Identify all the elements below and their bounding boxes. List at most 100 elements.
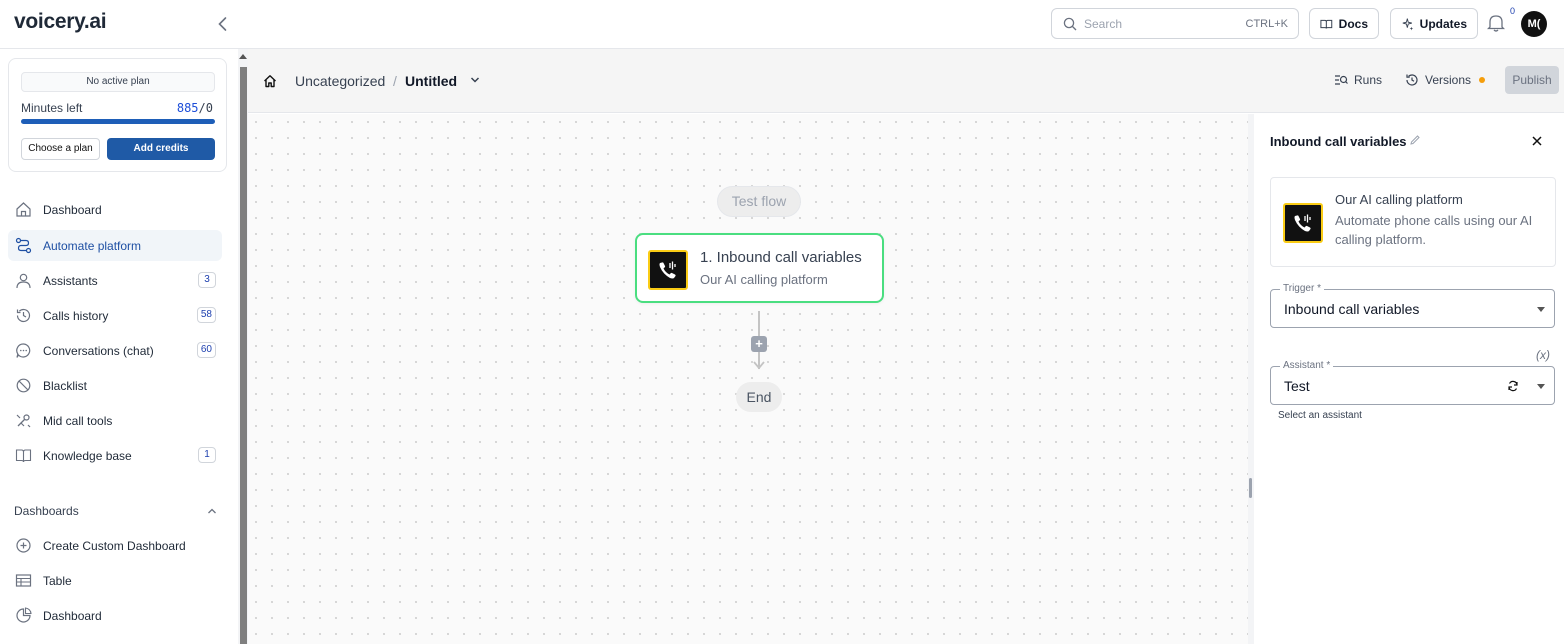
sidebar-item-table[interactable]: Table	[8, 565, 222, 596]
panel-title[interactable]: Inbound call variables	[1270, 134, 1407, 149]
minutes-progress-fill	[21, 119, 215, 124]
chevron-up-icon	[208, 508, 216, 514]
arrow-down-icon	[753, 361, 765, 370]
resize-grip[interactable]	[1249, 478, 1252, 498]
docs-label: Docs	[1338, 16, 1368, 31]
docs-button[interactable]: Docs	[1309, 8, 1379, 39]
sidebar-item-automate-platform[interactable]: Automate platform	[8, 230, 222, 261]
flow-name[interactable]: Untitled	[405, 73, 457, 89]
phone-call-icon	[659, 261, 676, 279]
sidebar-item-dashboard[interactable]: Dashboard	[8, 194, 222, 225]
search-input[interactable]: Search CTRL+K	[1051, 8, 1299, 39]
search-icon	[1063, 17, 1077, 31]
notifications-button[interactable]	[1486, 13, 1509, 35]
end-node: End	[736, 382, 782, 412]
sidebar-item-create-custom-dashboard[interactable]: Create Custom Dashboard	[8, 530, 222, 561]
sidebar-item-label: Dashboard	[43, 203, 102, 217]
updates-label: Updates	[1419, 16, 1467, 31]
runs-label: Runs	[1354, 73, 1383, 87]
trigger-value: Inbound call variables	[1284, 301, 1420, 317]
sidebar-item-label: Blacklist	[43, 379, 88, 393]
sidebar-scrollbar[interactable]	[238, 49, 248, 644]
sidebar-item-label: Automate platform	[43, 239, 142, 253]
phone-call-icon	[1294, 214, 1311, 232]
platform-logo	[1283, 203, 1323, 243]
plan-status-badge: No active plan	[21, 72, 215, 92]
platform-logo	[648, 250, 688, 290]
sidebar-item-calls-history[interactable]: Calls history 58	[8, 300, 222, 331]
user-icon	[16, 273, 31, 289]
sidebar-item-label: Assistants	[43, 274, 98, 288]
home-icon[interactable]	[263, 74, 277, 88]
count-badge: 1	[198, 447, 216, 463]
dropdown-caret-icon	[1537, 384, 1545, 389]
ban-icon	[16, 378, 31, 393]
app-info-card: Our AI calling platform Automate phone c…	[1270, 177, 1556, 267]
scrollbar-thumb[interactable]	[240, 67, 247, 644]
close-icon[interactable]	[1530, 134, 1544, 148]
dashboards-heading: Dashboards	[14, 504, 79, 518]
sidebar-item-mid-call-tools[interactable]: Mid call tools	[8, 405, 222, 436]
flow-step-card[interactable]: 1. Inbound call variables Our AI calling…	[635, 233, 884, 303]
app-logo[interactable]: voicery.ai	[14, 10, 107, 34]
publish-button[interactable]: Publish	[1505, 66, 1559, 94]
sidebar-item-label: Create Custom Dashboard	[43, 539, 186, 553]
sidebar-item-blacklist[interactable]: Blacklist	[8, 370, 222, 401]
minutes-left-label: Minutes left	[21, 101, 83, 115]
sidebar-item-label: Calls history	[43, 309, 109, 323]
step-title: 1. Inbound call variables	[700, 249, 862, 266]
search-shortcut: CTRL+K	[1245, 18, 1289, 30]
pie-chart-icon	[16, 607, 32, 623]
test-flow-button[interactable]: Test flow	[717, 186, 801, 217]
dropdown-caret-icon	[1537, 307, 1545, 312]
sidebar-item-knowledge-base[interactable]: Knowledge base 1	[8, 440, 222, 471]
versions-label: Versions	[1425, 73, 1472, 87]
book-open-icon	[1320, 19, 1333, 29]
sidebar-item-label: Knowledge base	[43, 449, 132, 463]
pencil-icon[interactable]	[1409, 134, 1421, 146]
flow-header: Uncategorized / Untitled Runs Versions P…	[248, 49, 1564, 113]
history-icon	[1406, 74, 1418, 86]
chat-icon	[16, 343, 31, 358]
search-placeholder: Search	[1084, 17, 1123, 31]
trigger-select[interactable]: Trigger * Inbound call variables	[1270, 283, 1555, 328]
insert-variable-button[interactable]: (x)	[1536, 348, 1550, 362]
choose-plan-button[interactable]: Choose a plan	[21, 138, 100, 160]
chevron-down-icon[interactable]	[469, 75, 481, 85]
history-icon	[16, 308, 31, 323]
bell-icon	[1486, 15, 1506, 32]
app-name: Our AI calling platform	[1335, 192, 1463, 207]
runs-icon	[1335, 75, 1348, 85]
updates-button[interactable]: Updates	[1390, 8, 1478, 39]
tools-icon	[16, 414, 31, 428]
dashboards-section-toggle[interactable]: Dashboards	[14, 504, 218, 518]
sidebar-item-dashboard-2[interactable]: Dashboard	[8, 600, 222, 631]
count-badge: 58	[196, 307, 216, 323]
add-step-button[interactable]: +	[751, 336, 767, 352]
workflow-icon	[15, 237, 32, 254]
assistant-select[interactable]: Assistant * Test	[1270, 360, 1555, 405]
plus-circle-icon	[16, 538, 31, 553]
top-bar: voicery.ai Search CTRL+K Docs Updates 0 …	[0, 0, 1564, 49]
sidebar-item-conversations[interactable]: Conversations (chat) 60	[8, 335, 222, 366]
assistant-label: Assistant *	[1280, 360, 1334, 371]
sidebar-item-label: Table	[43, 574, 72, 588]
flow-canvas[interactable]: Test flow 1. Inbound call variables Our …	[248, 114, 1248, 644]
trigger-label: Trigger *	[1280, 283, 1324, 294]
add-credits-button[interactable]: Add credits	[107, 138, 215, 160]
sidebar-item-label: Dashboard	[43, 609, 102, 623]
collapse-sidebar-button[interactable]	[213, 14, 233, 34]
sparkles-icon	[1402, 17, 1414, 30]
assistant-value: Test	[1284, 378, 1310, 394]
notification-count-badge: 0	[1510, 6, 1516, 16]
minutes-left-value: 885/0	[177, 101, 213, 115]
user-avatar[interactable]: M(	[1521, 11, 1547, 37]
home-icon	[16, 202, 31, 217]
breadcrumb-folder[interactable]: Uncategorized	[295, 73, 385, 89]
breadcrumb-separator: /	[393, 73, 397, 89]
versions-button[interactable]: Versions	[1405, 73, 1486, 87]
sidebar-item-assistants[interactable]: Assistants 3	[8, 265, 222, 296]
count-badge: 3	[198, 272, 216, 288]
refresh-icon[interactable]	[1507, 380, 1519, 392]
runs-button[interactable]: Runs	[1334, 73, 1382, 87]
